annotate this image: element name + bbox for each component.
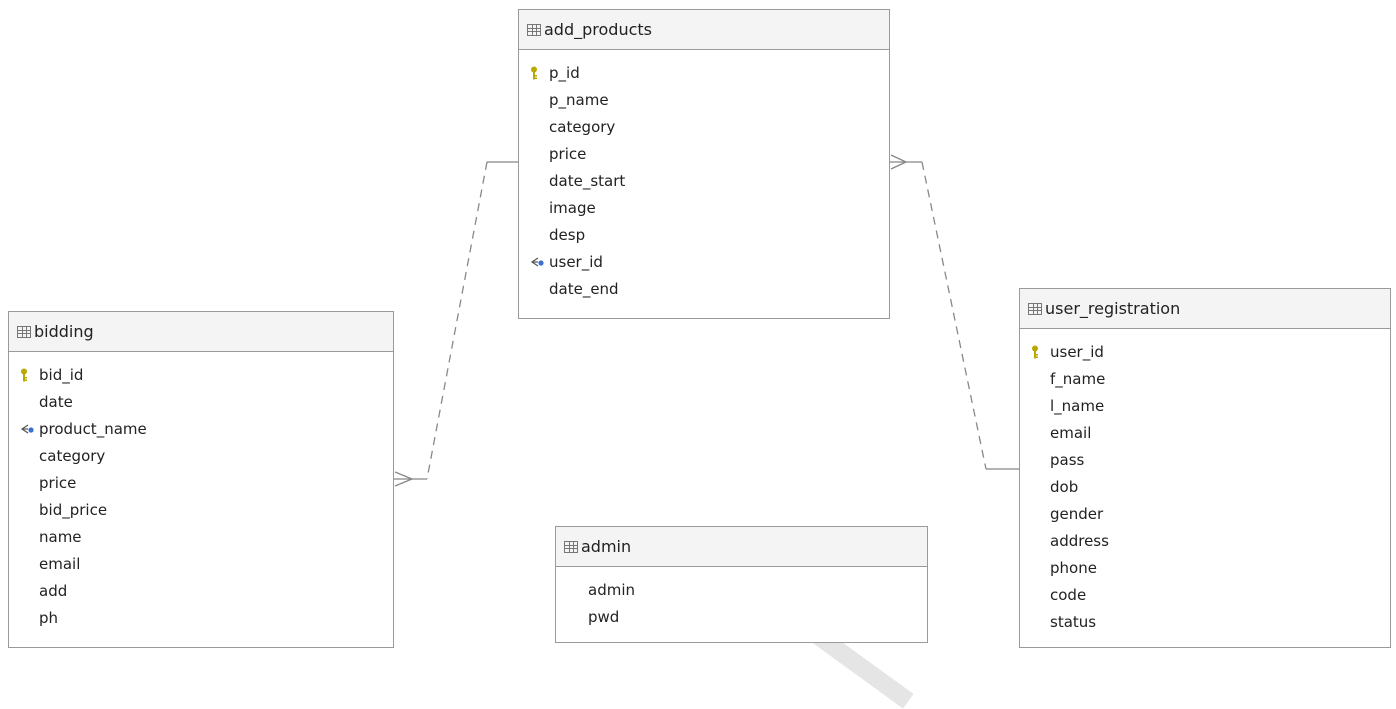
column-name: add xyxy=(39,582,68,600)
column-name: email xyxy=(39,555,81,573)
column-name: category xyxy=(549,118,616,136)
table-header[interactable]: bidding xyxy=(9,312,393,352)
column-row[interactable]: admin xyxy=(556,577,927,604)
column-row[interactable]: code xyxy=(1020,582,1390,609)
column-name: user_id xyxy=(1050,343,1104,361)
column-row[interactable]: user_id xyxy=(1020,339,1390,366)
column-row[interactable]: ph xyxy=(9,605,393,632)
column-row[interactable]: image xyxy=(519,195,889,222)
column-name: price xyxy=(549,145,587,163)
column-name: f_name xyxy=(1050,370,1106,388)
column-row[interactable]: p_id xyxy=(519,60,889,87)
column-name: desp xyxy=(549,226,586,244)
table-grid-icon xyxy=(527,23,541,36)
column-row[interactable]: gender xyxy=(1020,501,1390,528)
column-row[interactable]: dob xyxy=(1020,474,1390,501)
table-header[interactable]: add_products xyxy=(519,10,889,50)
column-name: category xyxy=(39,447,106,465)
column-name: code xyxy=(1050,586,1087,604)
relation-user_registration-add_products xyxy=(890,154,1019,470)
column-row[interactable]: price xyxy=(9,470,393,497)
column-name: bid_price xyxy=(39,501,108,519)
column-row[interactable]: date_start xyxy=(519,168,889,195)
column-name: date_start xyxy=(549,172,626,190)
column-name: pwd xyxy=(588,608,620,626)
column-row[interactable]: p_name xyxy=(519,87,889,114)
column-list: user_id f_name l_nameemail pass dob gender add… xyxy=(1020,329,1390,636)
column-name: date_end xyxy=(549,280,619,298)
column-row[interactable]: pwd xyxy=(556,604,927,631)
column-row[interactable]: l_name xyxy=(1020,393,1390,420)
column-name: price xyxy=(39,474,77,492)
column-name: phone xyxy=(1050,559,1097,577)
table-header[interactable]: admin xyxy=(556,527,927,567)
column-row[interactable]: address xyxy=(1020,528,1390,555)
foreign-key-icon xyxy=(19,416,35,443)
column-row[interactable]: desp xyxy=(519,222,889,249)
column-name: p_id xyxy=(549,64,580,82)
column-row[interactable]: email xyxy=(9,551,393,578)
table-header[interactable]: user_registration xyxy=(1020,289,1390,329)
column-row[interactable]: date_end xyxy=(519,276,889,303)
column-row[interactable]: phone xyxy=(1020,555,1390,582)
column-name: image xyxy=(549,199,596,217)
column-name: user_id xyxy=(549,253,603,271)
column-name: date xyxy=(39,393,73,411)
table-grid-icon xyxy=(1028,302,1042,315)
table-user_registration[interactable]: user_registration user_id f_name l_nameema… xyxy=(1019,288,1391,648)
column-row[interactable]: bid_id xyxy=(9,362,393,389)
column-name: dob xyxy=(1050,478,1079,496)
column-row[interactable]: category xyxy=(9,443,393,470)
column-name: ph xyxy=(39,609,59,627)
column-name: admin xyxy=(588,581,635,599)
column-list: admin pwd xyxy=(556,567,927,631)
foreign-key-icon xyxy=(529,249,545,276)
table-title: admin xyxy=(581,537,632,556)
table-grid-icon xyxy=(17,325,31,338)
table-admin[interactable]: admin admin pwd xyxy=(555,526,928,643)
column-row[interactable]: email xyxy=(1020,420,1390,447)
column-row[interactable]: product_name xyxy=(9,416,393,443)
column-row[interactable]: pass xyxy=(1020,447,1390,474)
column-row[interactable]: add xyxy=(9,578,393,605)
column-row[interactable]: f_name xyxy=(1020,366,1390,393)
column-row[interactable]: user_id xyxy=(519,249,889,276)
column-name: l_name xyxy=(1050,397,1105,415)
key-icon xyxy=(19,362,35,389)
column-name: name xyxy=(39,528,82,546)
column-name: pass xyxy=(1050,451,1085,469)
column-name: email xyxy=(1050,424,1092,442)
column-row[interactable]: bid_price xyxy=(9,497,393,524)
column-row[interactable]: category xyxy=(519,114,889,141)
column-name: gender xyxy=(1050,505,1104,523)
column-name: p_name xyxy=(549,91,609,109)
column-row[interactable]: price xyxy=(519,141,889,168)
table-title: user_registration xyxy=(1045,299,1181,318)
column-row[interactable]: name xyxy=(9,524,393,551)
key-icon xyxy=(1030,339,1046,366)
column-name: product_name xyxy=(39,420,147,438)
column-row[interactable]: status xyxy=(1020,609,1390,636)
column-row[interactable]: date xyxy=(9,389,393,416)
column-list: bid_iddate product_name category price bid_p… xyxy=(9,352,393,632)
column-list: p_id p_name category price date_startimage de… xyxy=(519,50,889,303)
column-name: bid_id xyxy=(39,366,84,384)
relation-add_products-bidding xyxy=(394,161,518,487)
table-title: bidding xyxy=(34,322,94,341)
column-name: status xyxy=(1050,613,1097,631)
table-add_products[interactable]: add_products p_id p_name category price date… xyxy=(518,9,890,319)
table-bidding[interactable]: bidding bid_iddate product_name category pr… xyxy=(8,311,394,648)
table-title: add_products xyxy=(544,20,652,39)
table-grid-icon xyxy=(564,540,578,553)
column-name: address xyxy=(1050,532,1109,550)
key-icon xyxy=(529,60,545,87)
